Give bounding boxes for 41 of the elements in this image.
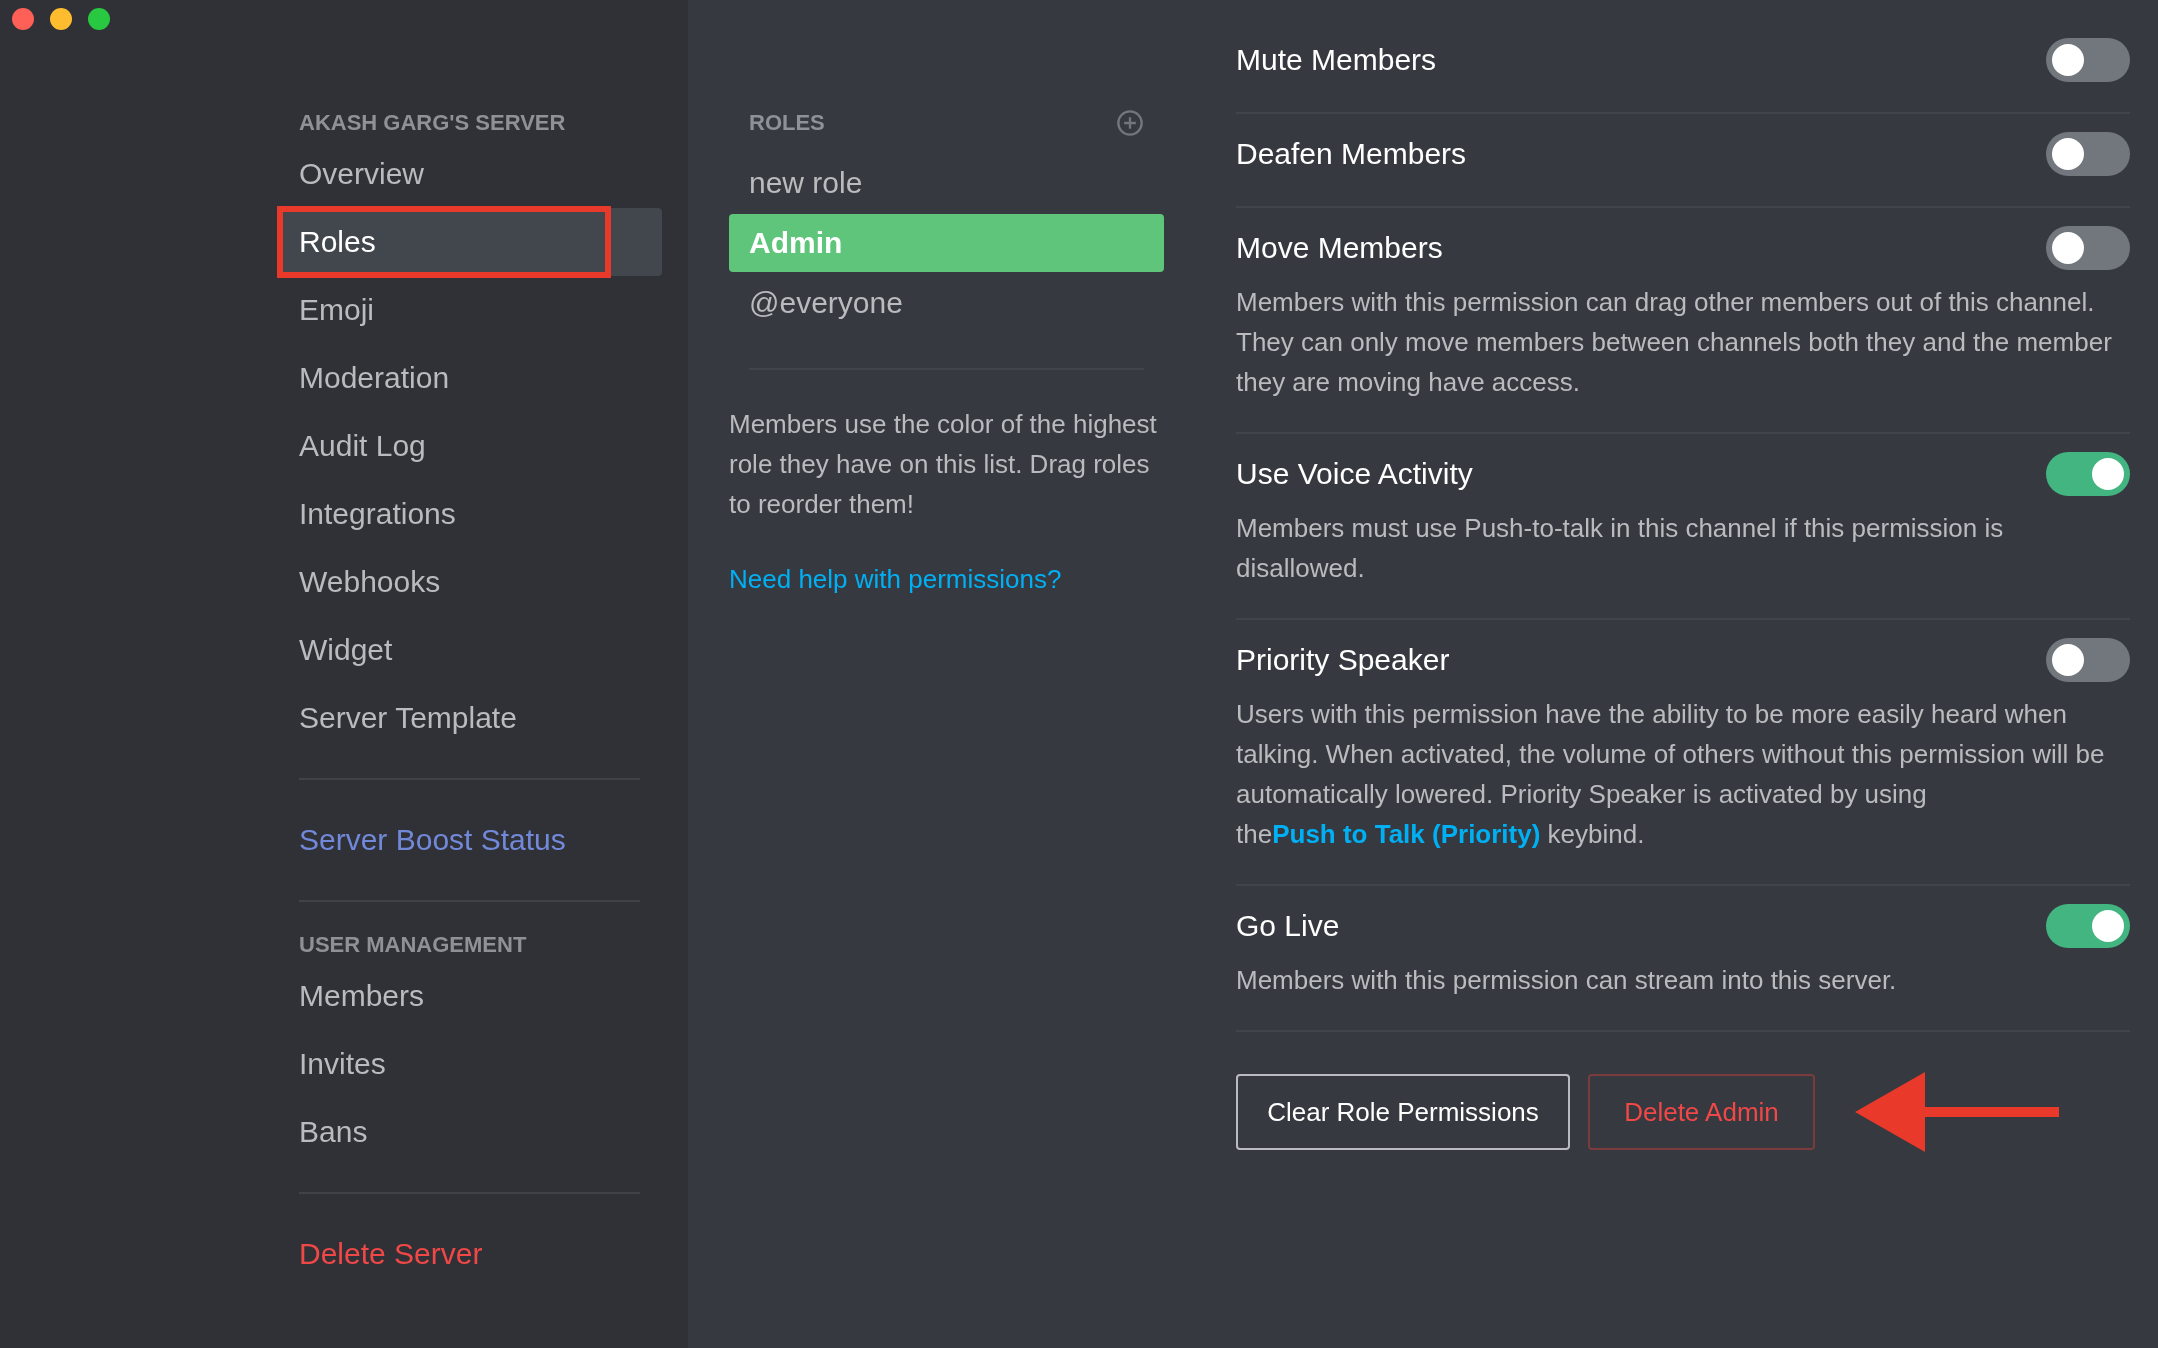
sidebar-item[interactable]: Widget xyxy=(277,616,662,684)
help-link[interactable]: Need help with permissions? xyxy=(729,564,1062,594)
arrow-icon xyxy=(1855,1072,2059,1152)
section-header: USER MANAGEMENT xyxy=(298,931,528,959)
add-icon[interactable] xyxy=(1116,109,1144,137)
sidebar-item[interactable]: Moderation xyxy=(277,344,662,412)
permission-title: Deafen Members xyxy=(1236,137,1467,171)
section-header: AKASH GARG'S SERVER xyxy=(298,109,567,137)
keybind-link[interactable]: Push to Talk (Priority) xyxy=(1272,819,1541,849)
permission-description: Members with this permission can stream into this server. xyxy=(1236,964,1898,997)
sidebar-item[interactable]: Roles xyxy=(277,208,662,276)
sidebar-item[interactable]: Server Boost Status xyxy=(277,806,662,874)
permission-description: Users with this permission have the ability to be more easily heard when talking. When activated, the volume of others without this permission will be automatically lowered. Priority Speaker is activated by using thePush to Talk (Priority) keybind. xyxy=(1236,698,2106,851)
permission-description: Members with this permission can drag other members out of this channel. They can only move members between channels both they and the member they are moving have access. xyxy=(1236,286,2113,399)
sidebar-item[interactable]: Audit Log xyxy=(277,412,662,480)
permission-description: Members must use Push-to-talk in this channel if this permission is disallowed. xyxy=(1236,512,2005,585)
role-item[interactable]: new role xyxy=(729,154,1164,212)
sidebar-item[interactable]: Bans xyxy=(277,1098,662,1166)
roles-hint: Members use the color of the highest role they have on this list. Drag roles to reorder them! xyxy=(729,408,1158,521)
permission-title: Priority Speaker xyxy=(1236,643,1450,677)
sidebar-item[interactable]: Server Template xyxy=(277,684,662,752)
toggle-switch[interactable] xyxy=(2046,638,2130,682)
toggle-switch[interactable] xyxy=(2046,132,2130,176)
permission-title: Move Members xyxy=(1236,231,1443,265)
clear-permissions-button[interactable]: Clear Role Permissions xyxy=(1236,1074,1570,1150)
sidebar-item[interactable]: Emoji xyxy=(277,276,662,344)
permission-title: Mute Members xyxy=(1236,43,1437,77)
sidebar-item[interactable]: Webhooks xyxy=(277,548,662,616)
sidebar-item[interactable]: Invites xyxy=(277,1030,662,1098)
toggle-switch[interactable] xyxy=(2046,904,2130,948)
toggle-switch[interactable] xyxy=(2046,38,2130,82)
sidebar-item[interactable]: Members xyxy=(277,962,662,1030)
toggle-switch[interactable] xyxy=(2046,452,2130,496)
permission-title: Go Live xyxy=(1236,909,1340,943)
toggle-switch[interactable] xyxy=(2046,226,2130,270)
sidebar-item[interactable]: Overview xyxy=(277,140,662,208)
sidebar-item[interactable]: Delete Server xyxy=(277,1220,662,1288)
section-header: ROLES xyxy=(748,109,826,137)
permission-title: Use Voice Activity xyxy=(1236,457,1473,491)
sidebar-item[interactable]: Integrations xyxy=(277,480,662,548)
role-item[interactable]: @everyone xyxy=(729,274,1164,332)
